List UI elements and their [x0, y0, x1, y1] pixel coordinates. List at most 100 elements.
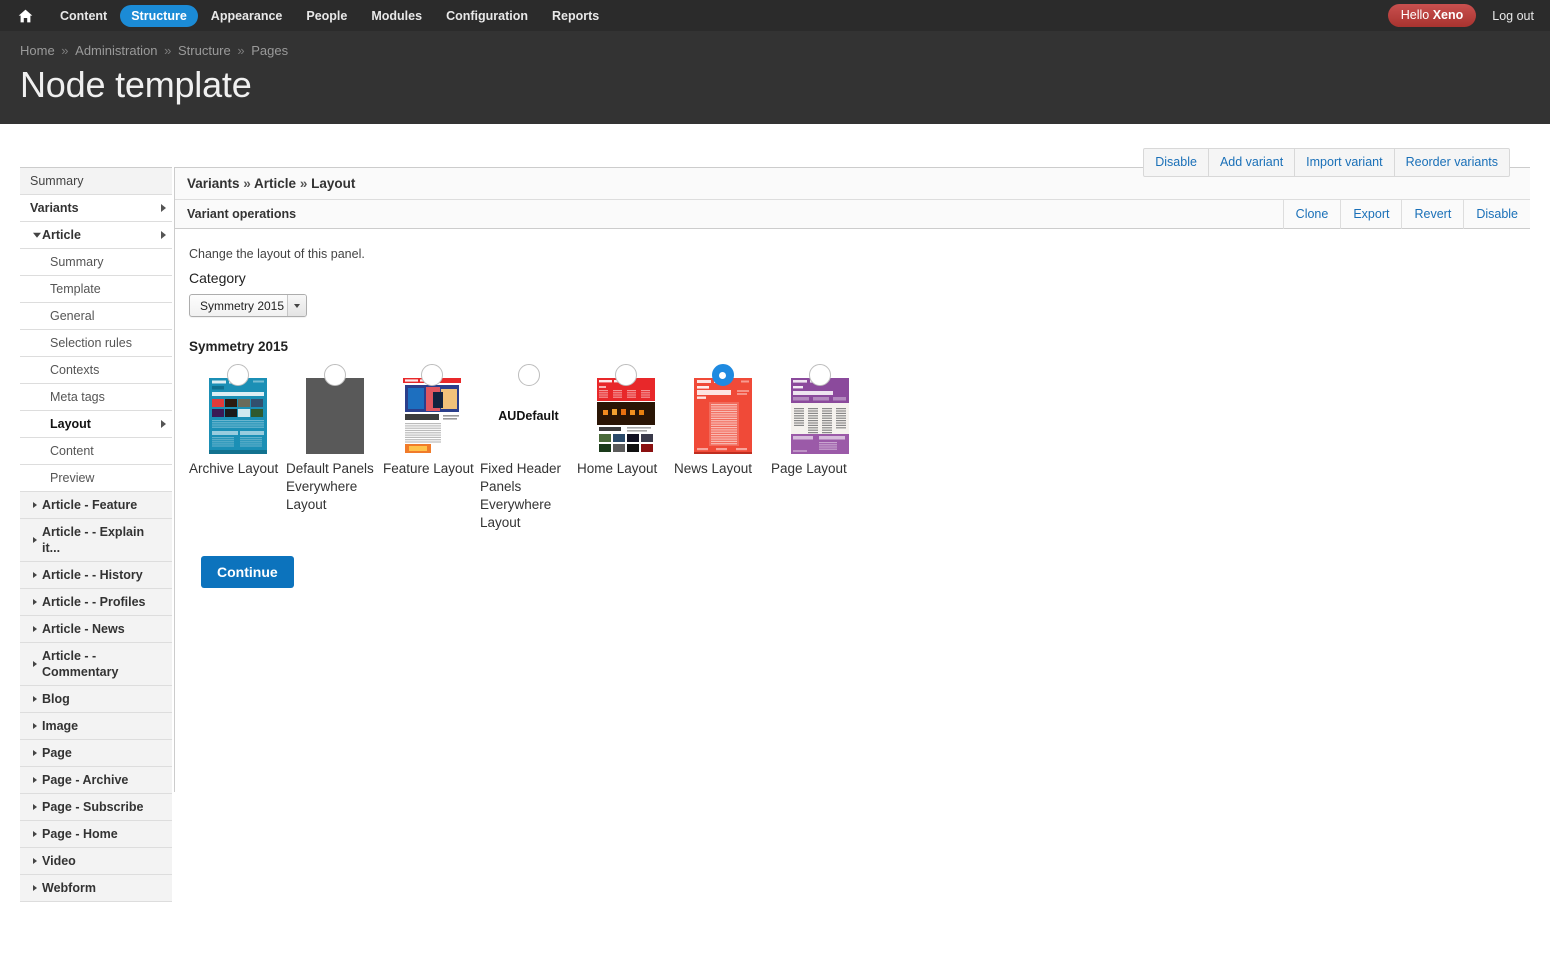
sidebar-item-general[interactable]: General — [20, 303, 172, 330]
sidebar-item-label: Article — [42, 228, 81, 242]
toolbar-item-appearance[interactable]: Appearance — [200, 5, 294, 27]
sidebar-item-article-explain-it[interactable]: Article - - Explain it... — [20, 519, 172, 562]
layout-group-title: Symmetry 2015 — [189, 339, 289, 354]
toolbar-item-modules[interactable]: Modules — [360, 5, 433, 27]
primary-action-disable[interactable]: Disable — [1144, 149, 1208, 176]
layout-radio-selected[interactable] — [711, 364, 734, 386]
chevron-right-icon — [33, 831, 37, 837]
breadcrumb-separator: » — [160, 43, 175, 58]
variant-op-clone[interactable]: Clone — [1282, 200, 1341, 229]
sidebar-item-summary[interactable]: Summary — [20, 249, 172, 276]
toolbar-item-configuration[interactable]: Configuration — [435, 5, 539, 27]
breadcrumb-separator: » — [233, 43, 249, 58]
layout-option-feature-layout[interactable]: Feature Layout — [383, 364, 480, 478]
layout-radio[interactable] — [517, 364, 540, 386]
sidebar-item-article-feature[interactable]: Article - Feature — [20, 492, 172, 519]
layout-radio[interactable] — [808, 364, 831, 386]
user-greeting-badge[interactable]: Hello Xeno — [1387, 4, 1477, 27]
sidebar-item-page-subscribe[interactable]: Page - Subscribe — [20, 794, 172, 821]
layout-thumbnail-text: AU Default — [498, 408, 559, 423]
breadcrumb: Home » Administration » Structure » Page… — [20, 43, 1550, 58]
sidebar-item-preview[interactable]: Preview — [20, 465, 172, 492]
layout-option-default-panels-everywhere-layout[interactable]: Default Panels Everywhere Layout — [286, 364, 383, 514]
sidebar-item-video[interactable]: Video — [20, 848, 172, 875]
sidebar-item-page-home[interactable]: Page - Home — [20, 821, 172, 848]
primary-action-add-variant[interactable]: Add variant — [1207, 149, 1294, 176]
sidebar-item-label: General — [50, 309, 95, 323]
layout-option-label: Feature Layout — [383, 461, 474, 476]
sidebar-item-meta-tags[interactable]: Meta tags — [20, 384, 172, 411]
breadcrumb-item-pages[interactable]: Pages — [251, 43, 288, 58]
breadcrumb-item-structure[interactable]: Structure — [178, 43, 231, 58]
breadcrumb-item-home[interactable]: Home — [20, 43, 55, 58]
sidebar-item-article-profiles[interactable]: Article - - Profiles — [20, 589, 172, 616]
toolbar-item-people[interactable]: People — [295, 5, 358, 27]
main-panel: Variants » Article » Layout Variant oper… — [174, 167, 1530, 792]
sidebar-item-label: Article - News — [42, 622, 125, 636]
layout-option-label: Fixed Header Panels Everywhere Layout — [480, 461, 562, 530]
toolbar-item-reports[interactable]: Reports — [541, 5, 610, 27]
layout-radio[interactable] — [226, 364, 249, 386]
sidebar-item-image[interactable]: Image — [20, 713, 172, 740]
sidebar-item-article-history[interactable]: Article - - History — [20, 562, 172, 589]
toolbar-item-structure[interactable]: Structure — [120, 4, 198, 27]
layout-option-fixed-header-panels-everywhere-layout[interactable]: AU Default Fixed Header Panels Everywhere … — [480, 364, 577, 532]
sidebar-item-variants[interactable]: Variants — [20, 195, 172, 222]
panel-breadcrumb-item-variants: Variants — [187, 176, 240, 191]
sidebar-item-template[interactable]: Template — [20, 276, 172, 303]
sidebar-item-page[interactable]: Page — [20, 740, 172, 767]
layout-option-page-layout[interactable]: Page Layout — [771, 364, 868, 478]
category-select[interactable]: Symmetry 2015 — [189, 294, 308, 317]
layout-option-news-layout[interactable]: News Layout — [674, 364, 771, 478]
sidebar-item-selection-rules[interactable]: Selection rules — [20, 330, 172, 357]
admin-toolbar: Content Structure Appearance People Modules C… — [0, 0, 1550, 31]
panel-breadcrumb-separator: » — [296, 176, 312, 191]
primary-action-reorder-variants[interactable]: Reorder variants — [1393, 149, 1509, 176]
page-title: Node template — [20, 64, 252, 105]
toolbar-item-content[interactable]: Content — [49, 5, 118, 27]
form-hint: Change the layout of this panel. — [189, 247, 365, 261]
sidebar-item-content[interactable]: Content — [20, 438, 172, 465]
sidebar-item-layout[interactable]: Layout — [20, 411, 172, 438]
layout-radio[interactable] — [420, 364, 443, 386]
variant-op-export[interactable]: Export — [1340, 200, 1401, 229]
sidebar-item-webform[interactable]: Webform — [20, 875, 172, 902]
sidebar-item-page-archive[interactable]: Page - Archive — [20, 767, 172, 794]
layout-radio[interactable] — [614, 364, 637, 386]
sidebar-item-article-news[interactable]: Article - News — [20, 616, 172, 643]
sidebar-item-blog[interactable]: Blog — [20, 686, 172, 713]
logout-link[interactable]: Log out — [1492, 9, 1534, 23]
sidebar-item-label: Summary — [50, 255, 104, 269]
sidebar-item-label: Page - Archive — [42, 773, 129, 787]
variant-operations-label: Variant operations — [187, 207, 297, 221]
sidebar-item-article[interactable]: Article — [20, 222, 172, 249]
home-icon[interactable] — [14, 5, 36, 27]
chevron-right-icon — [161, 231, 166, 239]
sidebar-item-label: Article - - Commentary — [42, 649, 119, 679]
breadcrumb-separator: » — [57, 43, 73, 58]
primary-action-import-variant[interactable]: Import variant — [1294, 149, 1393, 176]
sidebar-item-label: Page - Home — [42, 827, 118, 841]
sidebar-item-label: Page - Subscribe — [42, 800, 144, 814]
continue-button[interactable]: Continue — [201, 556, 294, 588]
page-layout-grid: Summary Variants Article Summary Template Gen… — [20, 124, 1530, 902]
sidebar-item-summary[interactable]: Summary — [20, 168, 172, 195]
variant-op-disable[interactable]: Disable — [1463, 200, 1530, 229]
toolbar-menu: Content Structure Appearance People Modules C… — [48, 4, 611, 27]
sidebar-item-label: Webform — [42, 881, 96, 895]
layout-option-home-layout[interactable]: Home Layout — [577, 364, 674, 478]
breadcrumb-item-administration[interactable]: Administration — [75, 43, 157, 58]
sidebar-item-contexts[interactable]: Contexts — [20, 357, 172, 384]
variant-sidebar-nav: Summary Variants Article Summary Template Gen… — [20, 167, 172, 902]
chevron-right-icon — [33, 599, 37, 605]
sidebar-item-article-commentary[interactable]: Article - - Commentary — [20, 643, 172, 686]
user-name: Xeno — [1432, 8, 1464, 22]
greeting-prefix: Hello — [1400, 8, 1433, 22]
layout-option-archive-layout[interactable]: Archive Layout — [189, 364, 286, 478]
layout-thumbnail — [208, 378, 267, 454]
variant-op-revert[interactable]: Revert — [1401, 200, 1463, 229]
layout-radio[interactable] — [323, 364, 346, 386]
sidebar-item-label: Page — [42, 746, 72, 760]
layout-thumbnail — [693, 378, 752, 454]
sidebar-item-label: Video — [42, 854, 76, 868]
